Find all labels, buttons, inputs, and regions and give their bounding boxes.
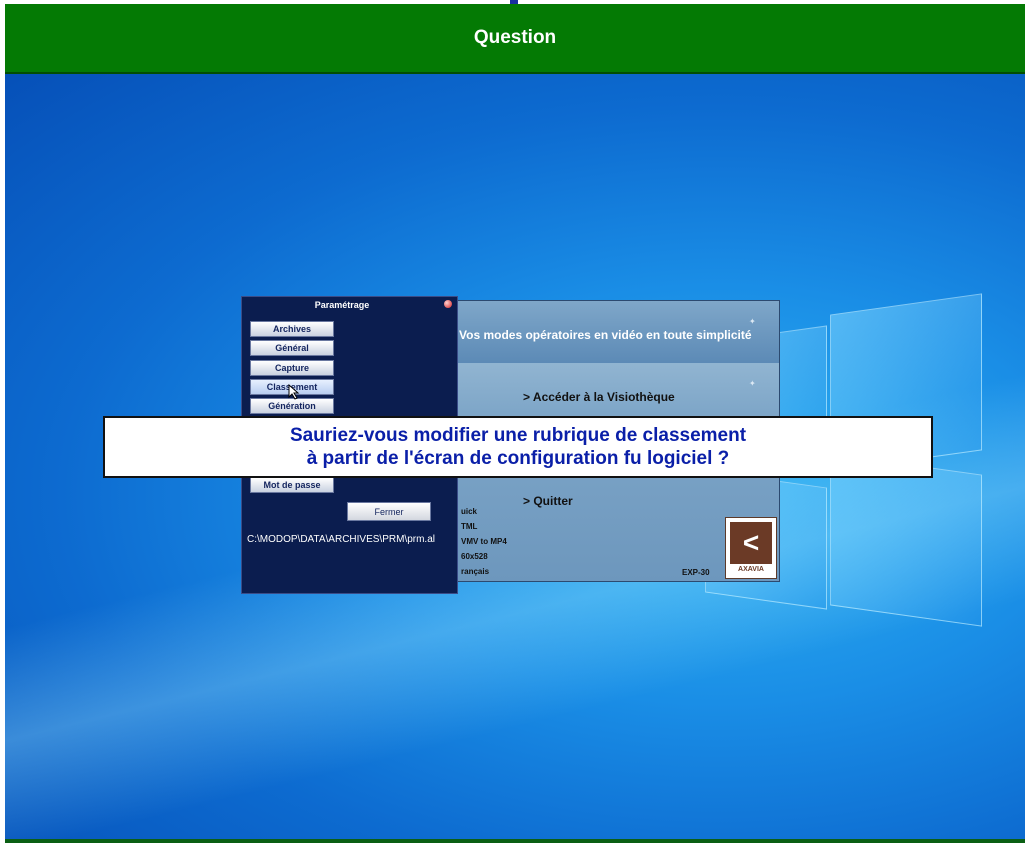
- fermer-button[interactable]: Fermer: [347, 502, 431, 521]
- general-button[interactable]: Général: [250, 340, 334, 356]
- question-line-2: à partir de l'écran de configuration fu …: [306, 448, 730, 469]
- archives-button[interactable]: Archives: [250, 321, 334, 337]
- generation-button[interactable]: Génération: [250, 398, 334, 414]
- mot-de-passe-button[interactable]: Mot de passe: [250, 477, 334, 493]
- info-line: uick: [461, 507, 478, 516]
- info-line: rançais: [461, 567, 490, 576]
- close-icon[interactable]: [444, 300, 452, 308]
- brand-text: AXAVIA: [738, 566, 764, 573]
- version-label: EXP-30: [682, 568, 710, 577]
- chevron-left-icon: <: [730, 522, 772, 564]
- header-title: Question: [473, 27, 557, 48]
- visiotheque-link[interactable]: > Accéder à la Visiothèque: [523, 390, 675, 404]
- windows-logo-pane: [830, 453, 982, 627]
- sparkle-icon: ✦: [749, 379, 756, 388]
- mouse-cursor-icon: [288, 384, 300, 400]
- quitter-link[interactable]: > Quitter: [523, 494, 573, 508]
- question-box: Sauriez-vous modifier une rubrique de cl…: [103, 416, 933, 478]
- axavia-logo: < AXAVIA: [725, 517, 777, 579]
- archive-path: C:\MODOP\DATA\ARCHIVES\PRM\prm.al: [247, 534, 435, 545]
- question-header: Question: [5, 4, 1025, 74]
- sparkle-icon: ✦: [749, 317, 756, 326]
- info-line: 60x528: [461, 552, 488, 561]
- app-tagline: Vos modes opératoires en vidéo en toute …: [459, 328, 752, 342]
- question-line-1: Sauriez-vous modifier une rubrique de cl…: [289, 425, 747, 446]
- info-line: TML: [461, 522, 478, 531]
- info-line: VMV to MP4: [461, 537, 507, 546]
- bottom-edge: [5, 839, 1025, 843]
- param-dialog-title: Paramétrage: [314, 300, 370, 310]
- capture-button[interactable]: Capture: [250, 360, 334, 376]
- desktop-background: ✦ Vos modes opératoires en vidéo en tout…: [5, 74, 1025, 839]
